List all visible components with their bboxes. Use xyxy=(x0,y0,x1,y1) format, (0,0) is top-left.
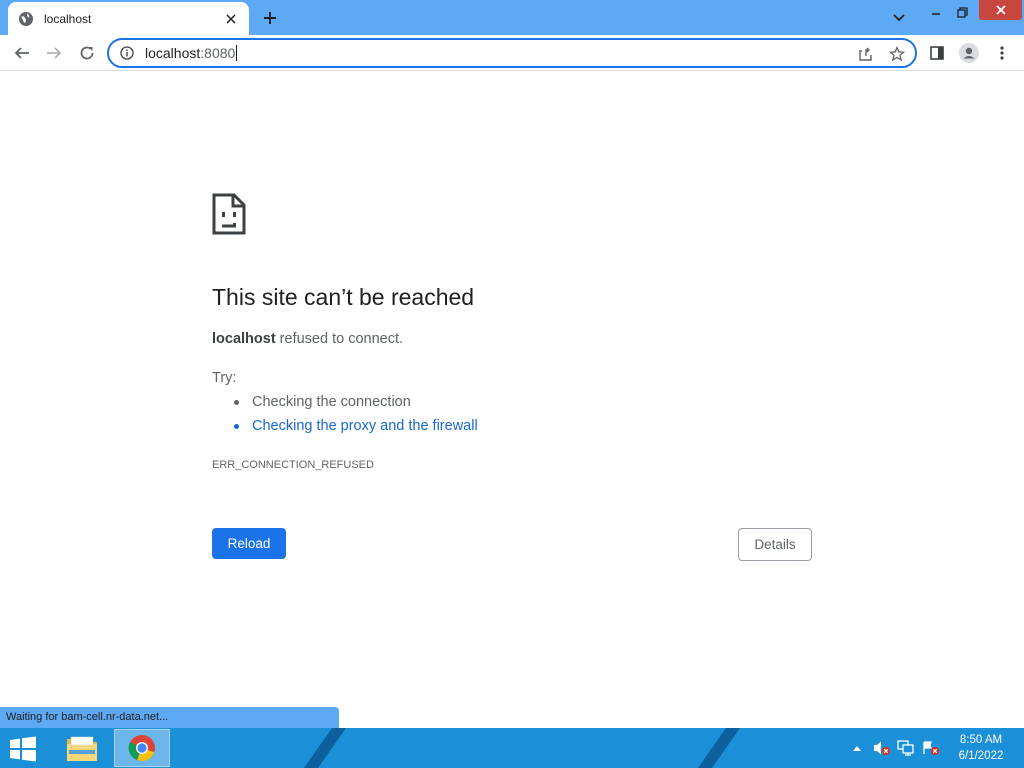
text-caret xyxy=(236,45,238,61)
forward-icon[interactable] xyxy=(41,40,67,66)
suggestion-proxy-link[interactable]: Checking the proxy and the firewall xyxy=(252,418,478,434)
share-icon[interactable] xyxy=(857,45,875,63)
bullet xyxy=(234,423,239,429)
url-port: :8080 xyxy=(200,45,236,61)
system-clock[interactable]: 8:50 AM 6/1/2022 xyxy=(948,732,1014,764)
reload-button[interactable]: Reload xyxy=(212,528,286,559)
suggestion-item[interactable]: Checking the proxy and the firewall xyxy=(234,418,478,434)
browser-toolbar: localhost:8080 xyxy=(0,35,1024,71)
minimize-icon[interactable] xyxy=(925,0,947,24)
chrome-icon[interactable] xyxy=(114,729,170,767)
taskbar: 8:50 AM 6/1/2022 xyxy=(0,728,1024,768)
tab-strip: localhost xyxy=(0,0,1024,35)
file-explorer-icon[interactable] xyxy=(54,729,110,767)
tab-close-icon[interactable] xyxy=(223,11,239,27)
reload-icon[interactable] xyxy=(74,40,100,66)
taskbar-decoration xyxy=(296,728,354,768)
error-description-text: refused to connect. xyxy=(275,331,404,347)
close-window-icon[interactable] xyxy=(979,0,1022,20)
volume-muted-icon[interactable] xyxy=(872,738,892,758)
side-panel-icon[interactable] xyxy=(924,40,950,66)
status-bubble: Waiting for bam-cell.nr-data.net... xyxy=(0,707,339,728)
sad-page-icon xyxy=(212,193,246,235)
taskbar-decoration xyxy=(690,728,748,768)
details-button[interactable]: Details xyxy=(738,528,812,561)
suggestion-item: Checking the connection xyxy=(234,394,411,410)
url-host: localhost xyxy=(145,45,201,61)
error-title: This site can’t be reached xyxy=(212,284,475,310)
tab-localhost[interactable]: localhost xyxy=(8,2,249,35)
error-code: ERR_CONNECTION_REFUSED xyxy=(212,459,374,471)
start-button[interactable] xyxy=(8,736,38,762)
globe-icon xyxy=(18,11,34,27)
tab-title: localhost xyxy=(44,11,92,26)
try-label: Try: xyxy=(212,370,237,386)
tab-search-chevron-icon[interactable] xyxy=(887,6,911,30)
url-text[interactable]: localhost:8080 xyxy=(145,45,238,61)
error-host: localhost xyxy=(212,331,276,347)
error-page: This site can’t be reached localhost ref… xyxy=(0,72,1024,728)
show-hidden-icons[interactable] xyxy=(851,738,863,758)
back-icon[interactable] xyxy=(9,40,35,66)
restore-icon[interactable] xyxy=(951,0,973,24)
new-tab-button[interactable] xyxy=(259,7,281,29)
error-description: localhost refused to connect. xyxy=(212,331,403,347)
network-icon[interactable] xyxy=(896,738,916,758)
menu-icon[interactable] xyxy=(989,40,1015,66)
info-icon[interactable] xyxy=(119,45,135,61)
star-icon[interactable] xyxy=(888,45,906,63)
clock-time: 8:50 AM xyxy=(959,734,1003,746)
suggestion-connection: Checking the connection xyxy=(252,394,411,410)
profile-icon[interactable] xyxy=(956,40,982,66)
bullet xyxy=(234,399,239,405)
action-center-alert-icon[interactable] xyxy=(921,738,941,758)
clock-date: 6/1/2022 xyxy=(958,750,1004,762)
address-bar[interactable]: localhost:8080 xyxy=(107,38,917,68)
